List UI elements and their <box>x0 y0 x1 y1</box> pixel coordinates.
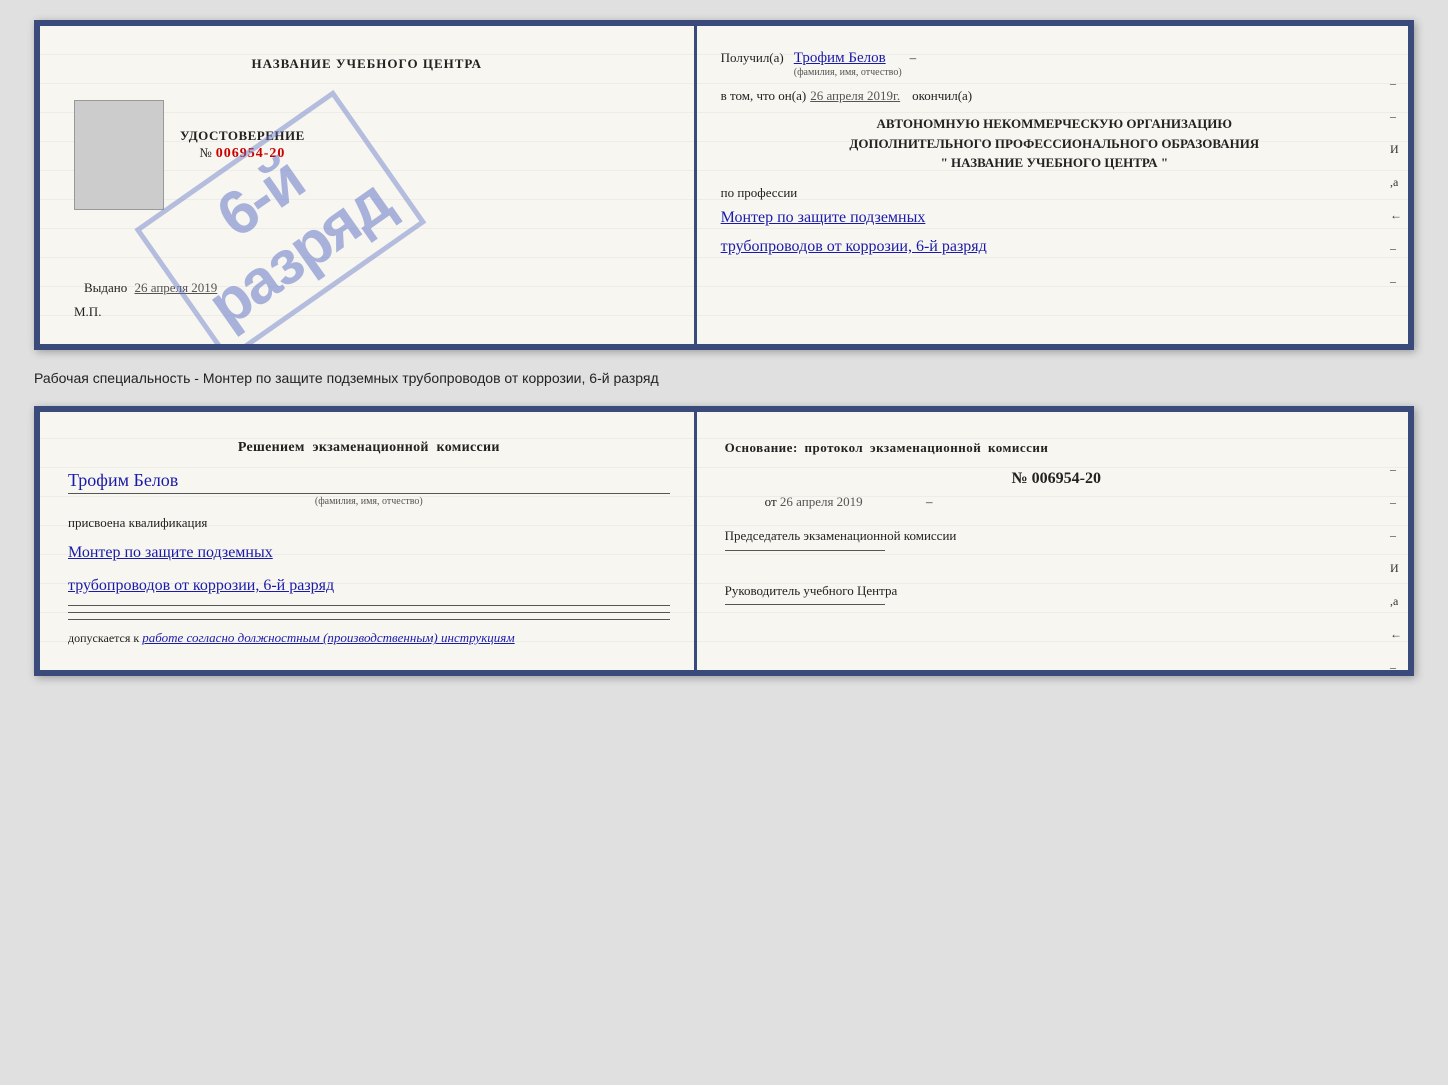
cert-po-professii: по профессии <box>721 185 1388 201</box>
exam-right-title: Основание: протокол экзаменационной коми… <box>725 440 1388 456</box>
cert-recipient-row: Получил(a) Трофим Белов (фамилия, имя, о… <box>721 50 1388 78</box>
exam-line2 <box>68 612 670 613</box>
cert-recipient-name: Трофим Белов <box>794 50 902 67</box>
cert-okonchil-label: окончил(a) <box>912 88 972 104</box>
cert-left-title: НАЗВАНИЕ УЧЕБНОГО ЦЕНТРА <box>252 56 483 72</box>
exam-right-page: Основание: протокол экзаменационной коми… <box>697 412 1408 670</box>
cert-right-page: Получил(a) Трофим Белов (фамилия, имя, о… <box>697 26 1408 344</box>
exam-date-prefix: от <box>765 494 777 509</box>
exam-date-dash: – <box>926 494 933 509</box>
exam-profession-line2: трубопроводов от коррозии, 6-й разряд <box>68 572 670 599</box>
exam-chairman-line <box>725 550 885 551</box>
cert-poluchil-label: Получил(a) <box>721 50 784 66</box>
exam-protocol-number: № 006954-20 <box>725 470 1388 488</box>
cert-org-line2: ДОПОЛНИТЕЛЬНОГО ПРОФЕССИОНАЛЬНОГО ОБРАЗО… <box>721 134 1388 154</box>
cert-org-line1: АВТОНОМНУЮ НЕКОММЕРЧЕСКУЮ ОРГАНИЗАЦИЮ <box>721 114 1388 134</box>
cert-dash1: – <box>910 50 917 66</box>
cert-vtom-row: в том, что он(а) 26 апреля 2019г. окончи… <box>721 88 1388 104</box>
exam-line1 <box>68 605 670 606</box>
exam-side-marks: – – – И ,а ← – – – <box>1390 462 1402 676</box>
cert-vydano-date: 26 апреля 2019 <box>135 280 218 295</box>
cert-mp: М.П. <box>74 304 101 320</box>
exam-number-prefix: № <box>1012 470 1028 487</box>
exam-left-page: Решением экзаменационной комиссии Трофим… <box>40 412 697 670</box>
cert-recipient-subtitle: (фамилия, имя, отчество) <box>794 67 902 78</box>
exam-profession-line1: Монтер по защите подземных <box>68 539 670 566</box>
exam-chairman-label: Председатель экзаменационной комиссии <box>725 526 1388 551</box>
cert-udostoverenie-label: УДОСТОВЕРЕНИЕ <box>180 128 305 144</box>
cert-left-page: НАЗВАНИЕ УЧЕБНОГО ЦЕНТРА УДОСТОВЕРЕНИЕ №… <box>40 26 697 344</box>
certificate-document: НАЗВАНИЕ УЧЕБНОГО ЦЕНТРА УДОСТОВЕРЕНИЕ №… <box>34 20 1414 350</box>
cert-vtom-label: в том, что он(а) <box>721 88 807 104</box>
exam-line3 <box>68 619 670 620</box>
cert-vydano: Выдано 26 апреля 2019 <box>84 280 221 296</box>
exam-dopusk: допускается к работе согласно должностны… <box>68 630 670 646</box>
exam-dopusk-value: работе согласно должностным (производств… <box>142 630 514 645</box>
exam-date-value: 26 апреля 2019 <box>780 494 863 509</box>
cert-org-block: АВТОНОМНУЮ НЕКОММЕРЧЕСКУЮ ОРГАНИЗАЦИЮ ДО… <box>721 114 1388 173</box>
exam-name: Трофим Белов <box>68 470 670 494</box>
cert-number-prefix: № <box>199 145 211 161</box>
cert-date-value: 26 апреля 2019г. <box>810 88 900 104</box>
exam-protocol-date: от 26 апреля 2019 – <box>725 494 1388 510</box>
cert-side-marks: – – И ,а ← – – <box>1390 76 1402 289</box>
exam-document: Решением экзаменационной комиссии Трофим… <box>34 406 1414 676</box>
cert-profession-line1: Монтер по защите подземных <box>721 205 1388 231</box>
exam-name-subtitle: (фамилия, имя, отчество) <box>68 496 670 507</box>
middle-text: Рабочая специальность - Монтер по защите… <box>34 366 1414 390</box>
exam-number: 006954-20 <box>1032 470 1101 487</box>
exam-rukovoditel: Руководитель учебного Центра <box>725 581 1388 606</box>
exam-dopusk-label: допускается к <box>68 631 139 645</box>
cert-number: 006954-20 <box>216 146 286 162</box>
cert-org-line3: " НАЗВАНИЕ УЧЕБНОГО ЦЕНТРА " <box>721 153 1388 173</box>
cert-profession-line2: трубопроводов от коррозии, 6-й разряд <box>721 234 1388 260</box>
exam-title: Решением экзаменационной комиссии <box>68 440 670 456</box>
exam-rukovoditel-line <box>725 604 885 605</box>
cert-vydano-label: Выдано <box>84 280 127 295</box>
exam-prisvoena-label: присвоена квалификация <box>68 515 670 531</box>
cert-photo <box>74 100 164 210</box>
